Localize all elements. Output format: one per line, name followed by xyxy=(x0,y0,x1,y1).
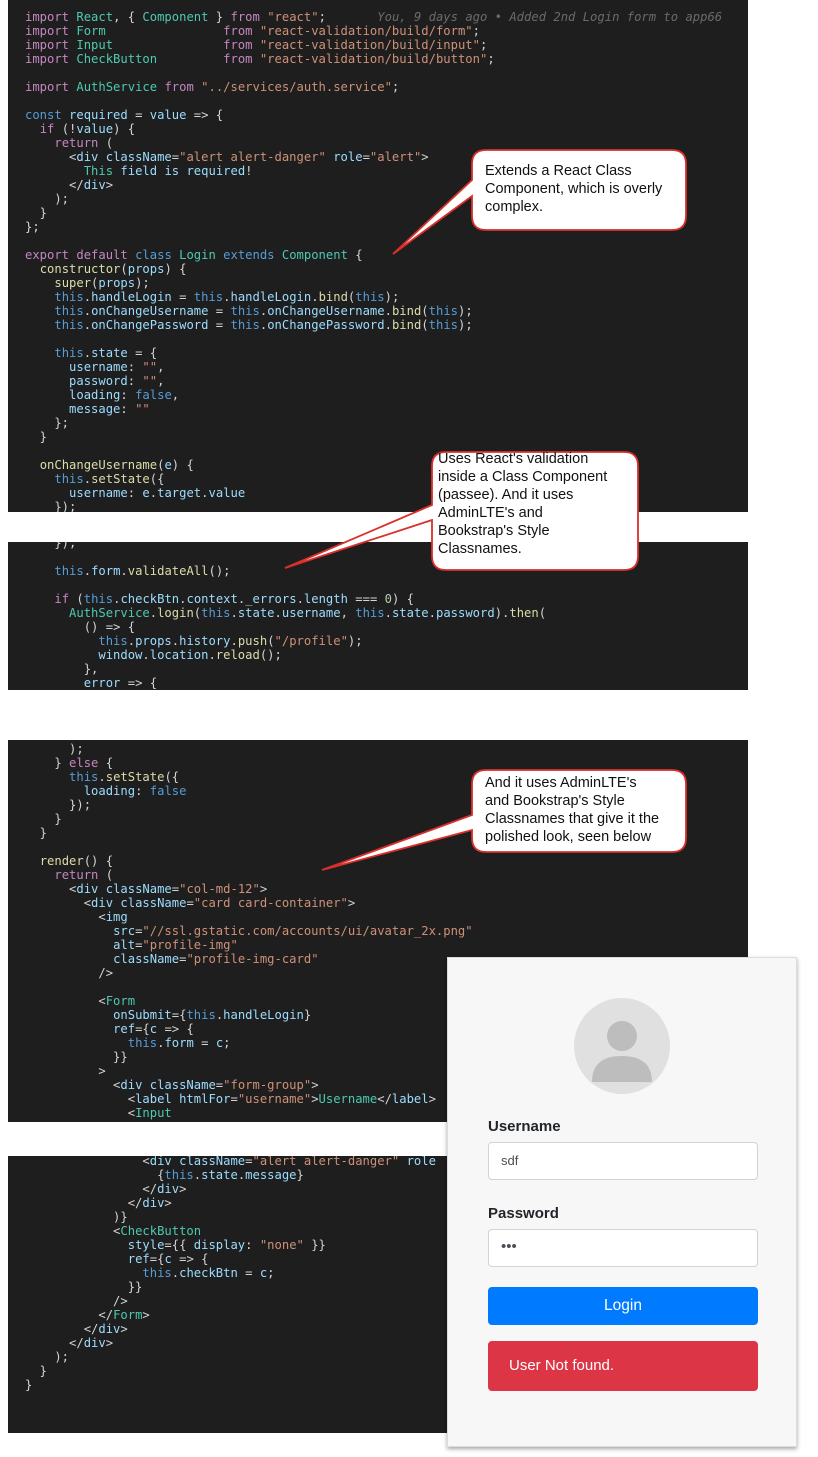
code-line: export default class Login extends Compo… xyxy=(25,248,363,262)
code-line: import AuthService from "../services/aut… xyxy=(25,80,400,94)
callout-text-1: Extends a React Class Component, which i… xyxy=(485,163,663,215)
code-line: alt="profile-img" xyxy=(113,938,238,952)
code-line: if (!value) { xyxy=(39,122,136,136)
code-line: <img xyxy=(25,910,128,924)
code-line: () => { xyxy=(25,620,136,634)
code-line: window.location.reload(); xyxy=(98,648,282,662)
callout-text-3: And it uses AdminLTE's and Bookstrap's S… xyxy=(485,775,660,845)
code-line: import Input from "react-validation/buil… xyxy=(25,38,488,52)
code-line: this.props.history.push("/profile"); xyxy=(98,634,363,648)
code-line: this.onChangeUsername = this.onChangeUse… xyxy=(54,304,473,318)
code-line: import React, { Component } from "react"… xyxy=(25,10,723,24)
code-line: username: "", xyxy=(69,360,165,374)
code-line: <div className="card card-container"> xyxy=(25,896,356,910)
code-line: render() { xyxy=(39,854,114,868)
password-input[interactable]: ••• xyxy=(488,1229,758,1267)
code-line: username: e.target.value xyxy=(69,486,246,500)
code-line: import CheckButton from "react-validatio… xyxy=(25,52,495,66)
code-line: message: "" xyxy=(69,402,150,416)
code-line: error => { xyxy=(83,676,158,690)
code-line: this.form.validateAll(); xyxy=(54,564,231,578)
code-segment-handle-login: }); this.form.validateAll(); if (this.ch… xyxy=(8,536,748,690)
code-line: super(props); xyxy=(54,276,150,290)
code-line: constructor(props) { xyxy=(39,262,187,276)
password-label: Password xyxy=(488,1205,559,1222)
code-content: import React, { Component } from "react"… xyxy=(8,0,748,1392)
code-line: this.handleLogin = this.handleLogin.bind… xyxy=(54,290,400,304)
login-card: Username sdf Password ••• Login User Not… xyxy=(447,957,797,1447)
code-line: }); xyxy=(25,536,77,550)
code-line: this.onChangePassword = this.onChangePas… xyxy=(54,318,473,332)
code-line: return ( xyxy=(54,136,114,150)
code-line: }; xyxy=(25,416,70,430)
code-line: AuthService.login(this.state.username, t… xyxy=(69,606,547,620)
code-line: this.setState({ xyxy=(54,472,165,486)
error-alert: User Not found. xyxy=(488,1341,758,1391)
login-button[interactable]: Login xyxy=(488,1287,758,1325)
code-line: src="//ssl.gstatic.com/accounts/ui/avata… xyxy=(113,924,473,938)
code-line: return ( xyxy=(54,868,114,882)
code-line: } xyxy=(25,430,48,444)
code-line: } else { xyxy=(25,756,114,770)
code-line: if (this.checkBtn.context._errors.length… xyxy=(54,592,414,606)
avatar-icon xyxy=(574,998,670,1094)
code-line: }, xyxy=(25,662,99,676)
code-line: }); xyxy=(25,500,77,514)
code-line: <div className="col-md-12"> xyxy=(25,882,268,896)
code-line: }; xyxy=(25,220,40,234)
code-segment-imports-constructor: import React, { Component } from "react"… xyxy=(8,10,748,514)
code-line: const required = value => { xyxy=(25,108,224,122)
callout-text-2: Uses React's validation inside a Class C… xyxy=(438,451,608,557)
code-line: import Form from "react-validation/build… xyxy=(25,24,480,38)
code-line: password: "", xyxy=(69,374,165,388)
code-line: onChangeUsername(e) { xyxy=(39,458,194,472)
username-label: Username xyxy=(488,1118,561,1135)
code-line: loading: false, xyxy=(69,388,180,402)
code-line: this.state = { xyxy=(54,346,158,360)
code-line: ); xyxy=(25,742,84,756)
username-input[interactable]: sdf xyxy=(488,1142,758,1180)
